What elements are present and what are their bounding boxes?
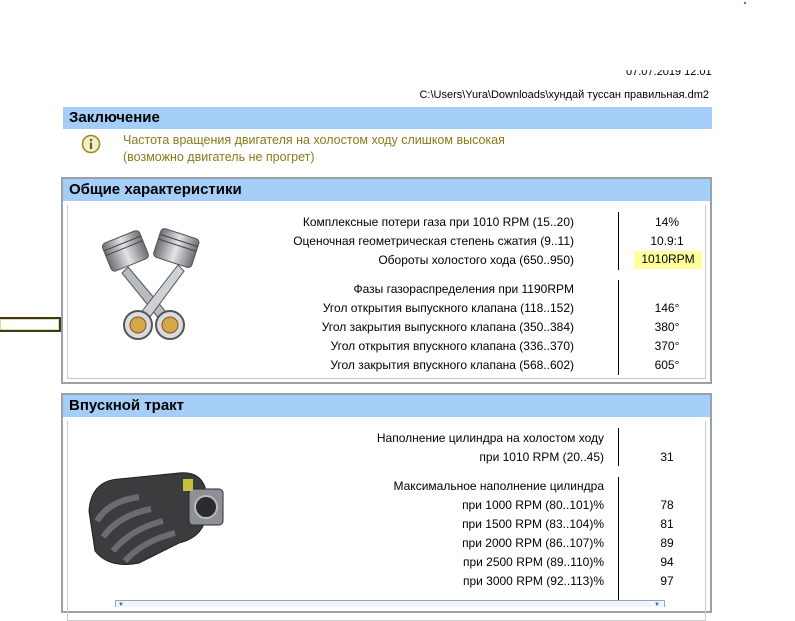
general-row-value: 10.9:1 — [650, 234, 684, 248]
scroll-right-arrow-icon[interactable]: ▼ — [654, 602, 660, 608]
phase-row-value: 370° — [654, 339, 680, 353]
max-fill-separator — [618, 477, 619, 607]
pistons-icon — [98, 227, 208, 347]
max-fill-row-value: 89 — [660, 536, 674, 550]
phase-row-value: 146° — [654, 301, 680, 315]
general-row-label: Комплексные потери газа при 1010 RPM (15… — [302, 215, 574, 229]
fill-title: Наполнение цилиндра на холостом ходу — [376, 431, 604, 445]
max-fill-row-value: 94 — [660, 555, 674, 569]
general-separator — [618, 212, 619, 270]
general-row-label: Оценочная геометрическая степень сжатия … — [293, 234, 574, 248]
max-fill-row-label: при 3000 RPM (92..113)% — [462, 574, 604, 588]
scroll-left-arrow-icon[interactable]: ▼ — [118, 602, 124, 608]
fill-label: при 1010 RPM (20..45) — [479, 450, 604, 464]
report-file-path: C:\Users\Yura\Downloads\хундай туссан пр… — [419, 89, 709, 101]
info-icon — [81, 134, 101, 154]
max-fill-row-value: 78 — [660, 498, 674, 512]
conclusion-header: Заключение — [63, 107, 712, 129]
report-datetime: 07.07.2019 12:01 — [626, 70, 712, 79]
general-header: Общие характеристики — [63, 179, 710, 201]
max-fill-row-value: 97 — [660, 574, 674, 588]
left-selection-frame — [0, 317, 61, 332]
intake-panel: Впускной тракт Наполнение цилиндра на хо… — [61, 393, 712, 621]
phase-row-label: Угол закрытия впускного клапана (568..60… — [330, 358, 574, 372]
phase-row-label: Угол открытия впускного клапана (336..37… — [330, 339, 574, 353]
intake-manifold-icon — [79, 451, 227, 573]
report-datetime-text: 07.07.2019 12:01 — [626, 70, 712, 78]
max-fill-row-label: при 1500 RPM (83..104)% — [462, 517, 604, 531]
phase-row-value: 380° — [654, 320, 680, 334]
phases-title: Фазы газораспределения при 1190RPM — [353, 282, 574, 296]
max-fill-row-value: 81 — [660, 517, 674, 531]
max-fill-row-label: при 2500 RPM (89..110)% — [462, 555, 604, 569]
max-fill-row-label: при 2000 RPM (86..107)% — [462, 536, 604, 550]
fill-value: 31 — [660, 450, 674, 464]
conclusion-line-2: (возможно двигатель не прогрет) — [123, 150, 315, 164]
general-row-value: 14% — [654, 215, 680, 229]
max-fill-row-label: при 1000 RPM (80..101)% — [462, 498, 604, 512]
general-panel: Общие характеристики Комплексные потери … — [61, 177, 712, 384]
max-fill-title: Максимальное наполнение цилиндра — [393, 479, 605, 493]
stray-dot — [744, 2, 746, 4]
fill-separator — [618, 428, 619, 466]
intake-header: Впускной тракт — [63, 395, 710, 417]
phase-row-value: 605° — [654, 358, 680, 372]
phases-separator — [618, 280, 619, 375]
conclusion-line-1: Частота вращения двигателя на холостом х… — [123, 133, 505, 147]
horizontal-scrollbar[interactable]: ▼ ▼ — [115, 600, 665, 608]
idle-rpm-highlight-value: 1010RPM — [634, 251, 702, 269]
phase-row-label: Угол открытия выпускного клапана (118..1… — [322, 301, 574, 315]
phase-row-label: Угол закрытия выпускного клапана (350..3… — [321, 320, 574, 334]
general-row-label: Обороты холостого хода (650..950) — [378, 253, 574, 267]
